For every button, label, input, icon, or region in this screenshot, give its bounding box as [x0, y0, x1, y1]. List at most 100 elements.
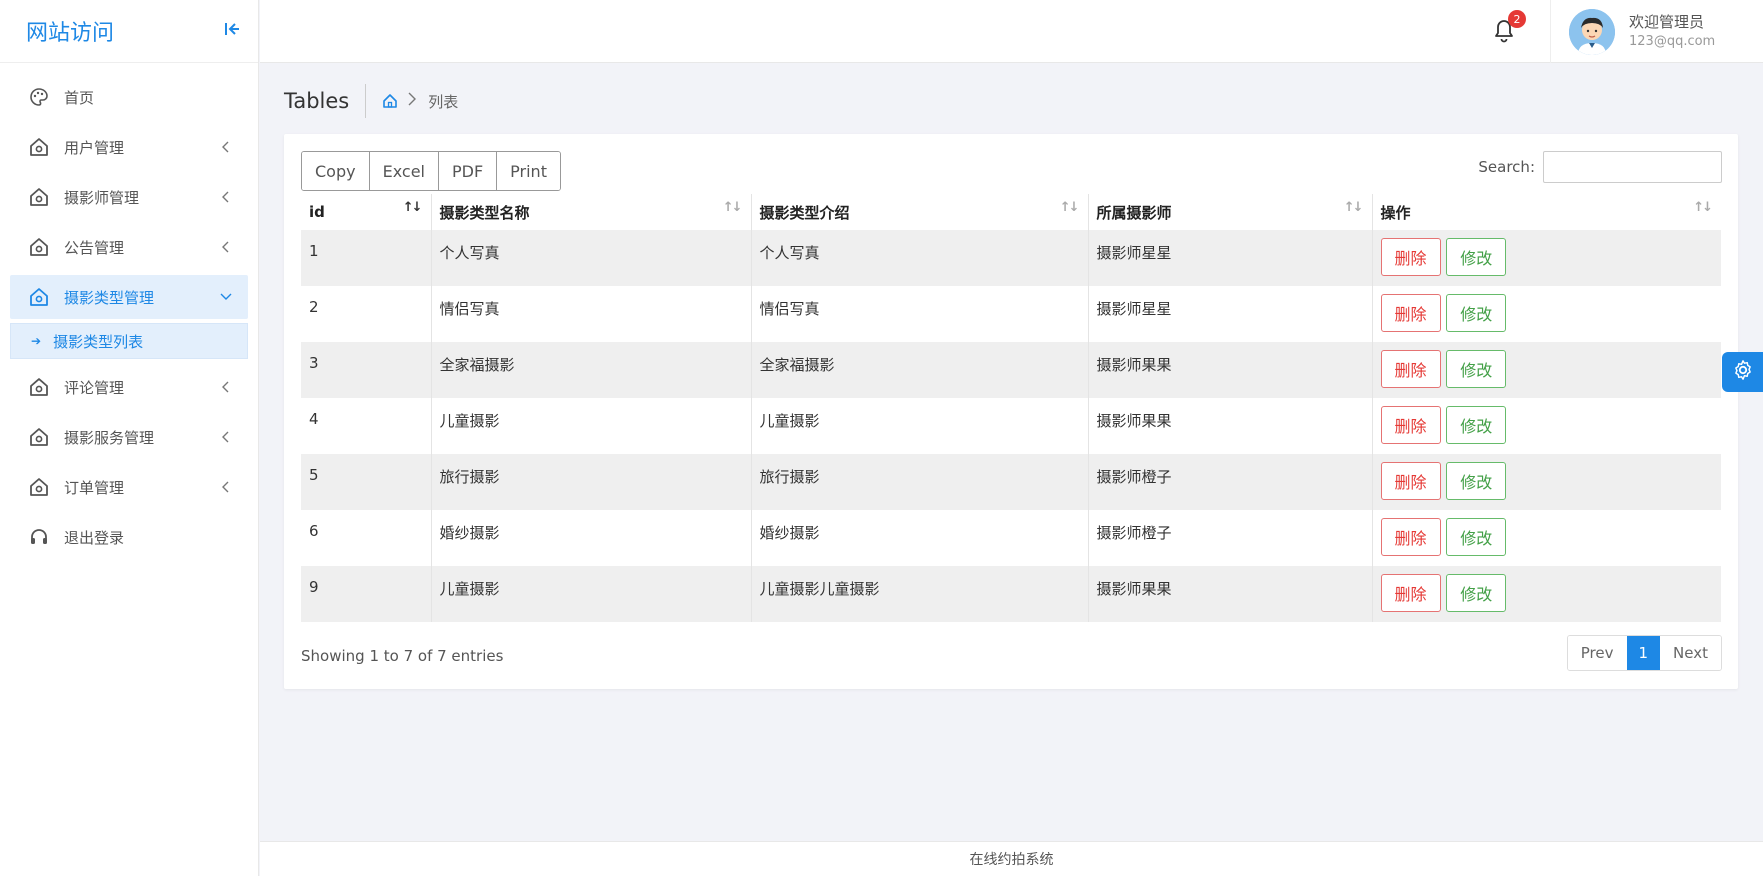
table-header-row: id ↑↓ 摄影类型名称 ↑↓ 摄影类型介绍 ↑↓ 所属摄影师 ↑↓ 操作 ↑↓ — [301, 194, 1721, 230]
page-button-current[interactable]: 1 — [1626, 636, 1661, 670]
sidebar-item-announcements[interactable]: 公告管理 — [10, 225, 248, 269]
prev-page-button[interactable]: Prev — [1567, 636, 1627, 670]
home-icon — [28, 236, 50, 258]
sidebar-item-orders[interactable]: 订单管理 — [10, 465, 248, 509]
sidebar: 网站访问 首页 用户管理 摄影师管理 公告管理 摄影类型管理 ➔ 摄影类型列表 … — [0, 0, 259, 876]
sidebar-item-logout[interactable]: 退出登录 — [10, 515, 248, 559]
chevron-left-icon — [220, 481, 232, 493]
search-label: Search: — [1478, 158, 1535, 176]
pdf-button[interactable]: PDF — [438, 152, 498, 190]
cell-actions: 删除 修改 — [1372, 566, 1721, 622]
cell-photographer: 摄影师果果 — [1088, 566, 1373, 622]
delete-button[interactable]: 删除 — [1380, 238, 1441, 276]
footer-text: 在线约拍系统 — [969, 852, 1054, 868]
table-card: Copy Excel PDF Print Search: id ↑↓ 摄影类型名称… — [284, 134, 1738, 689]
submenu-item-photo-type-list[interactable]: ➔ 摄影类型列表 — [10, 323, 248, 359]
home-icon[interactable] — [382, 93, 398, 109]
table-row: 6 婚纱摄影 婚纱摄影 摄影师橙子 删除 修改 — [301, 510, 1721, 566]
sidebar-item-label: 退出登录 — [64, 528, 125, 547]
cell-name: 情侣写真 — [431, 286, 752, 342]
cell-intro: 儿童摄影 — [751, 398, 1089, 454]
sidebar-item-services[interactable]: 摄影服务管理 — [10, 415, 248, 459]
search-input[interactable] — [1543, 151, 1722, 183]
copy-button[interactable]: Copy — [302, 152, 370, 190]
table-row: 5 旅行摄影 旅行摄影 摄影师橙子 删除 修改 — [301, 454, 1721, 510]
edit-button[interactable]: 修改 — [1446, 294, 1507, 332]
cell-name: 婚纱摄影 — [431, 510, 752, 566]
brand-title[interactable]: 网站访问 — [26, 15, 114, 47]
edit-button[interactable]: 修改 — [1446, 462, 1507, 500]
edit-button[interactable]: 修改 — [1446, 406, 1507, 444]
notification-badge: 2 — [1508, 10, 1526, 28]
cell-name: 全家福摄影 — [431, 342, 752, 398]
home-icon — [28, 426, 50, 448]
home-icon — [28, 376, 50, 398]
table-row: 1 个人写真 个人写真 摄影师星星 删除 修改 — [301, 230, 1721, 286]
table-row: 3 全家福摄影 全家福摄影 摄影师果果 删除 修改 — [301, 342, 1721, 398]
sort-icon: ↑↓ — [1693, 200, 1713, 215]
user-email: 123@qq.com — [1629, 33, 1716, 49]
column-header-label: 所属摄影师 — [1096, 203, 1172, 222]
delete-button[interactable]: 删除 — [1380, 574, 1441, 612]
cell-name: 个人写真 — [431, 230, 752, 286]
welcome-text: 欢迎管理员 — [1629, 12, 1705, 31]
sidebar-item-label: 评论管理 — [64, 378, 125, 397]
column-header-label: 操作 — [1380, 203, 1411, 222]
sort-asc-icon: ↑↓ — [402, 200, 423, 215]
sidebar-item-photo-types[interactable]: 摄影类型管理 — [10, 275, 248, 319]
home-icon — [28, 286, 50, 308]
table-info: Showing 1 to 7 of 7 entries — [301, 647, 504, 665]
table-row: 2 情侣写真 情侣写真 摄影师星星 删除 修改 — [301, 286, 1721, 342]
column-header-actions[interactable]: 操作 ↑↓ — [1372, 194, 1721, 230]
column-header-photographer[interactable]: 所属摄影师 ↑↓ — [1088, 194, 1373, 230]
home-icon — [28, 136, 50, 158]
cell-id: 2 — [301, 286, 432, 342]
cell-actions: 删除 修改 — [1372, 286, 1721, 342]
collapse-sidebar-icon[interactable] — [222, 20, 242, 43]
cell-intro: 个人写真 — [751, 230, 1089, 286]
palette-icon — [28, 86, 50, 108]
cell-name: 儿童摄影 — [431, 566, 752, 622]
cell-photographer: 摄影师果果 — [1088, 342, 1373, 398]
next-page-button[interactable]: Next — [1660, 636, 1721, 670]
column-header-label: 摄影类型名称 — [439, 203, 530, 222]
edit-button[interactable]: 修改 — [1446, 238, 1507, 276]
sort-icon: ↑↓ — [1343, 200, 1364, 215]
sidebar-item-label: 摄影师管理 — [64, 188, 140, 207]
cell-id: 5 — [301, 454, 432, 510]
cell-actions: 删除 修改 — [1372, 342, 1721, 398]
print-button[interactable]: Print — [497, 152, 560, 190]
chevron-left-icon — [220, 431, 232, 443]
home-icon — [28, 476, 50, 498]
delete-button[interactable]: 删除 — [1380, 350, 1441, 388]
cell-photographer: 摄影师星星 — [1088, 230, 1373, 286]
edit-button[interactable]: 修改 — [1446, 350, 1507, 388]
edit-button[interactable]: 修改 — [1446, 574, 1507, 612]
sidebar-item-home[interactable]: 首页 — [10, 75, 248, 119]
sidebar-item-photographers[interactable]: 摄影师管理 — [10, 175, 248, 219]
sidebar-item-label: 订单管理 — [64, 478, 125, 497]
sidebar-item-comments[interactable]: 评论管理 — [10, 365, 248, 409]
sidebar-item-label: 摄影类型管理 — [64, 288, 155, 307]
column-header-name[interactable]: 摄影类型名称 ↑↓ — [431, 194, 752, 230]
delete-button[interactable]: 删除 — [1380, 518, 1441, 556]
sidebar-item-label: 首页 — [64, 88, 95, 107]
edit-button[interactable]: 修改 — [1446, 518, 1507, 556]
column-header-intro[interactable]: 摄影类型介绍 ↑↓ — [751, 194, 1089, 230]
delete-button[interactable]: 删除 — [1380, 294, 1441, 332]
delete-button[interactable]: 删除 — [1380, 406, 1441, 444]
sidebar-item-users[interactable]: 用户管理 — [10, 125, 248, 169]
sidebar-item-label: 摄影服务管理 — [64, 428, 155, 447]
sidebar-brand: 网站访问 — [0, 0, 258, 63]
cell-id: 9 — [301, 566, 432, 622]
delete-button[interactable]: 删除 — [1380, 462, 1441, 500]
user-menu[interactable]: 欢迎管理员 123@qq.com — [1550, 0, 1763, 63]
excel-button[interactable]: Excel — [369, 152, 439, 190]
top-header: 2 欢迎管理员 123@qq.com — [260, 0, 1763, 63]
cell-intro: 全家福摄影 — [751, 342, 1089, 398]
chevron-left-icon — [220, 141, 232, 153]
settings-button[interactable] — [1722, 352, 1763, 392]
column-header-id[interactable]: id ↑↓ — [301, 194, 432, 230]
cell-id: 1 — [301, 230, 432, 286]
headset-icon — [28, 526, 50, 548]
